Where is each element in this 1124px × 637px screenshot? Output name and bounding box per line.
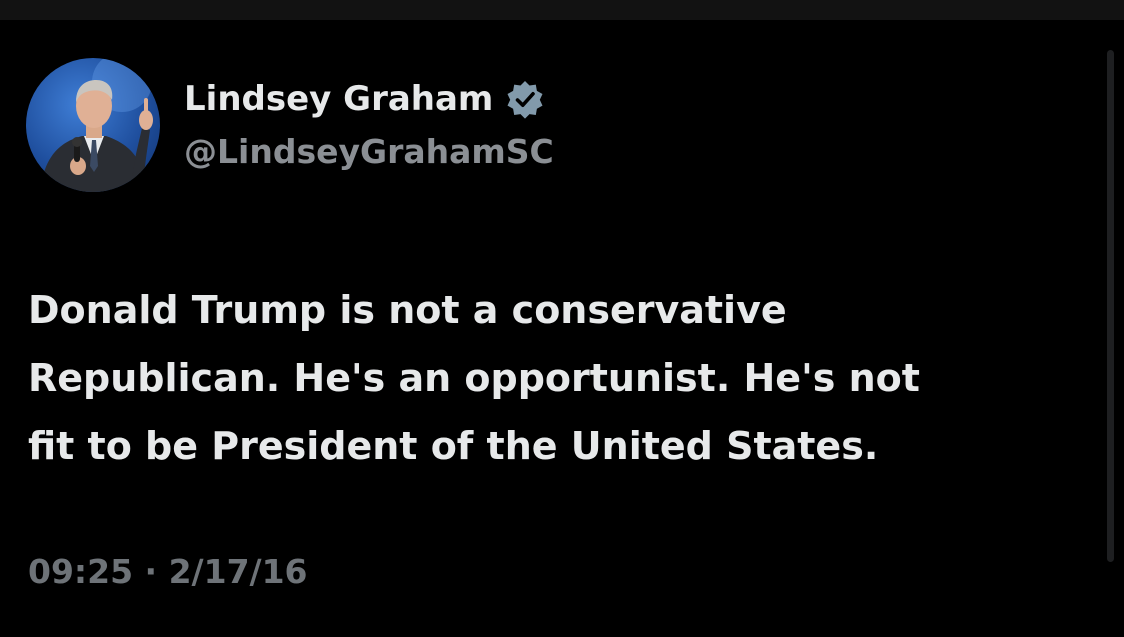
profile-photo bbox=[40, 58, 153, 192]
tweet-text-line: Donald Trump is not a conservative bbox=[28, 288, 787, 332]
tweet-time: 09:25 bbox=[28, 552, 134, 591]
author-name-row: Lindsey Graham bbox=[184, 77, 545, 121]
avatar[interactable] bbox=[26, 58, 160, 192]
tweet-date: 2/17/16 bbox=[168, 552, 308, 591]
tweet-timestamp[interactable]: 09:25 · 2/17/16 bbox=[28, 550, 308, 594]
top-bar bbox=[0, 0, 1124, 20]
scrollbar[interactable] bbox=[1107, 50, 1114, 562]
author-display-name[interactable]: Lindsey Graham bbox=[184, 77, 493, 121]
timestamp-separator: · bbox=[144, 552, 158, 591]
tweet-text: Donald Trump is not a conservative Repub… bbox=[28, 276, 1088, 480]
author-handle[interactable]: @LindseyGrahamSC bbox=[184, 130, 554, 174]
tweet-card: Lindsey Graham @LindseyGrahamSC Donald T… bbox=[0, 20, 1124, 637]
tweet-text-line: fit to be President of the United States… bbox=[28, 424, 879, 468]
tweet-text-line: Republican. He's an opportunist. He's no… bbox=[28, 356, 920, 400]
verified-badge-icon[interactable] bbox=[505, 79, 545, 119]
